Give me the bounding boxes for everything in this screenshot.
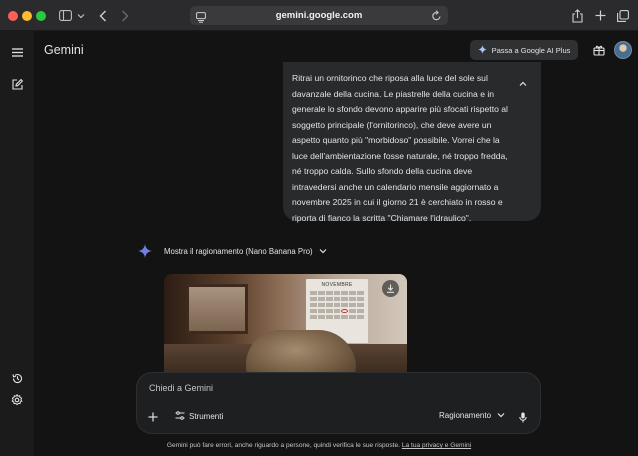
tabs-overview-icon[interactable]	[617, 7, 629, 24]
gift-icon[interactable]	[591, 42, 607, 58]
browser-toolbar: gemini.google.com	[0, 0, 638, 31]
app-title: Gemini	[44, 43, 84, 57]
reasoning-label: Mostra il ragionamento (Nano Banana Pro)	[164, 247, 313, 256]
chevron-down-icon[interactable]	[76, 7, 86, 24]
show-reasoning-toggle[interactable]: Mostra il ragionamento (Nano Banana Pro)	[164, 247, 327, 256]
image-platypus	[246, 330, 356, 374]
calendar-title: NOVEMBRE	[321, 282, 353, 288]
menu-icon[interactable]	[10, 45, 24, 59]
chevron-down-icon	[497, 411, 505, 420]
back-icon[interactable]	[97, 7, 109, 24]
image-window	[186, 284, 248, 334]
generated-image[interactable]: NOVEMBRE	[164, 274, 407, 374]
tools-label: Strumenti	[189, 412, 224, 421]
site-settings-icon[interactable]	[196, 10, 206, 28]
address-bar[interactable]: gemini.google.com	[190, 6, 448, 25]
tools-icon	[175, 411, 185, 422]
avatar[interactable]	[614, 41, 632, 59]
history-icon[interactable]	[10, 371, 24, 385]
gemini-spark-icon	[138, 244, 152, 263]
add-icon[interactable]	[147, 411, 159, 423]
share-icon[interactable]	[571, 7, 583, 24]
download-icon[interactable]	[382, 280, 399, 297]
sidebar-toggle-icon[interactable]	[58, 7, 72, 24]
sparkle-icon	[477, 44, 487, 56]
maximize-window-button[interactable]	[36, 11, 46, 21]
microphone-icon[interactable]	[517, 411, 529, 423]
upgrade-label: Passa a Google AI Plus	[491, 45, 571, 55]
forward-icon[interactable]	[119, 7, 131, 24]
sidebar	[0, 31, 34, 456]
disclaimer-text: Gemini può fare errori, anche riguardo a…	[166, 442, 400, 449]
mode-label: Ragionamento	[439, 411, 492, 420]
new-chat-icon[interactable]	[10, 77, 24, 91]
minimize-window-button[interactable]	[22, 11, 32, 21]
chevron-down-icon	[319, 247, 327, 256]
chevron-up-icon[interactable]	[519, 74, 527, 92]
user-message-bubble: Ritrai un ornitorinco che riposa alla lu…	[283, 62, 541, 223]
close-window-button[interactable]	[8, 11, 18, 21]
calendar-grid	[310, 291, 364, 319]
reload-icon[interactable]	[431, 9, 442, 27]
settings-gear-icon[interactable]	[10, 393, 24, 407]
tools-button[interactable]: Strumenti	[175, 411, 223, 422]
privacy-link[interactable]: La tua privacy e Gemini	[402, 442, 471, 449]
url-text: gemini.google.com	[275, 10, 363, 21]
prompt-input[interactable]	[149, 383, 529, 393]
mode-selector[interactable]: Ragionamento	[439, 411, 505, 420]
user-message-text: Ritrai un ornitorinco che riposa alla lu…	[292, 73, 508, 223]
new-tab-icon[interactable]	[594, 7, 606, 24]
upgrade-button[interactable]: Passa a Google AI Plus	[470, 40, 578, 60]
disclaimer: Gemini può fare errori, anche riguardo a…	[0, 442, 638, 449]
prompt-composer: Strumenti Ragionamento	[136, 372, 541, 434]
